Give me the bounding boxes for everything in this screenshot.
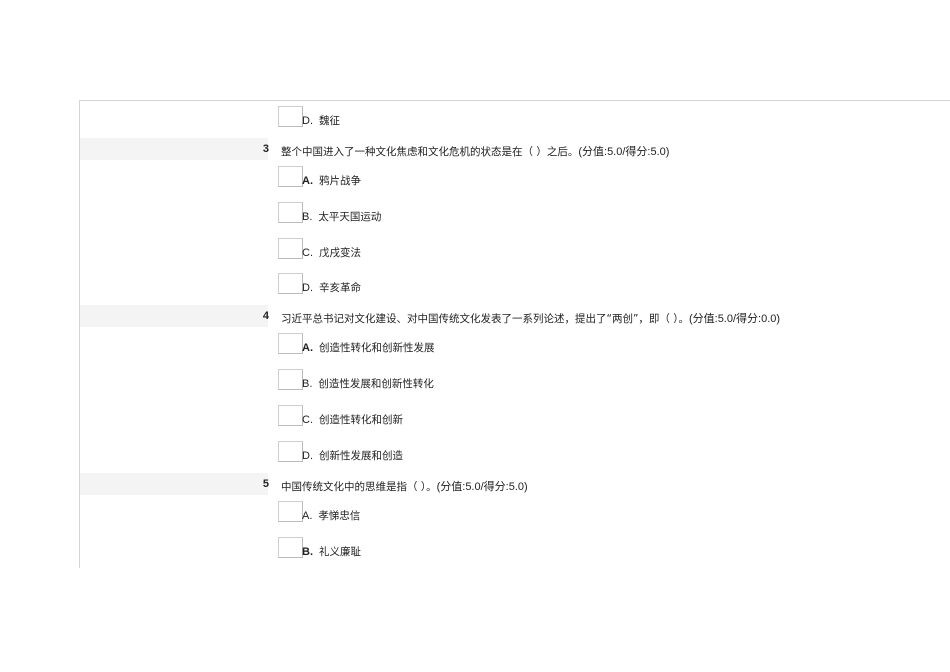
answer-option[interactable]: D. 魏征 [302, 113, 340, 128]
answer-option[interactable]: C. 创造性转化和创新 [302, 412, 403, 427]
question-number: 4 [262, 310, 269, 322]
question-prompt: 整个中国进入了一种文化焦虑和文化危机的状态是在（ ）之后。 [281, 146, 579, 158]
answer-option[interactable]: A. 鸦片战争 [302, 173, 361, 188]
option-checkbox[interactable] [278, 537, 303, 558]
option-letter: A. [302, 342, 313, 354]
answer-option[interactable]: A. 创造性转化和创新性发展 [302, 340, 435, 355]
answer-option[interactable]: A. 孝悌忠信 [302, 508, 360, 523]
question-number: 5 [262, 478, 269, 490]
question-prompt: 习近平总书记对文化建设、对中国传统文化发表了一系列论述，提出了“两创”，即（ ）… [281, 313, 689, 325]
option-text: 礼义廉耻 [319, 546, 361, 558]
option-checkbox[interactable] [278, 273, 303, 294]
option-letter: D. [302, 450, 313, 462]
quiz-frame [79, 100, 950, 568]
option-checkbox[interactable] [278, 501, 303, 522]
answer-option[interactable]: B. 礼义廉耻 [302, 544, 361, 559]
option-text: 创新性发展和创造 [319, 450, 403, 462]
option-checkbox[interactable] [278, 369, 303, 390]
answer-option[interactable]: B. 创造性发展和创新性转化 [302, 376, 434, 391]
option-letter: B. [302, 546, 313, 558]
option-text: 创造性发展和创新性转化 [318, 378, 434, 390]
option-checkbox[interactable] [278, 166, 303, 187]
answer-option[interactable]: D. 创新性发展和创造 [302, 448, 403, 463]
answer-option[interactable]: B. 太平天国运动 [302, 209, 381, 224]
question-text: 中国传统文化中的思维是指（ ）。(分值:5.0/得分:5.0) [281, 478, 528, 494]
question-prompt: 中国传统文化中的思维是指（ ）。 [281, 481, 437, 493]
option-text: 创造性转化和创新性发展 [319, 342, 435, 354]
answer-option[interactable]: D. 辛亥革命 [302, 280, 361, 295]
question-score: (分值:5.0/得分:5.0) [578, 146, 670, 158]
question-score: (分值:5.0/得分:5.0) [436, 481, 528, 493]
option-text: 戊戌变法 [319, 247, 361, 259]
option-letter: A. [302, 175, 313, 187]
option-letter: D. [302, 282, 313, 294]
option-letter: C. [302, 414, 313, 426]
answer-option[interactable]: C. 戊戌变法 [302, 245, 361, 260]
option-text: 鸦片战争 [319, 175, 361, 187]
option-checkbox[interactable] [278, 333, 303, 354]
option-checkbox[interactable] [278, 106, 303, 127]
option-checkbox[interactable] [278, 441, 303, 462]
option-letter: C. [302, 247, 313, 259]
option-letter: B. [302, 378, 313, 390]
question-text: 习近平总书记对文化建设、对中国传统文化发表了一系列论述，提出了“两创”，即（ ）… [281, 310, 780, 326]
question-score: (分值:5.0/得分:0.0) [688, 313, 781, 325]
option-checkbox[interactable] [278, 202, 303, 223]
option-letter: D. [302, 115, 313, 127]
option-text: 创造性转化和创新 [319, 414, 403, 426]
option-letter: A. [302, 510, 313, 522]
option-letter: B. [302, 211, 313, 223]
option-text: 太平天国运动 [318, 211, 382, 223]
question-text: 整个中国进入了一种文化焦虑和文化危机的状态是在（ ）之后。(分值:5.0/得分:… [281, 143, 669, 159]
question-number: 3 [262, 143, 269, 155]
option-checkbox[interactable] [278, 238, 303, 259]
option-text: 魏征 [319, 115, 340, 127]
option-text: 辛亥革命 [319, 282, 361, 294]
option-checkbox[interactable] [278, 405, 303, 426]
option-text: 孝悌忠信 [318, 510, 361, 522]
